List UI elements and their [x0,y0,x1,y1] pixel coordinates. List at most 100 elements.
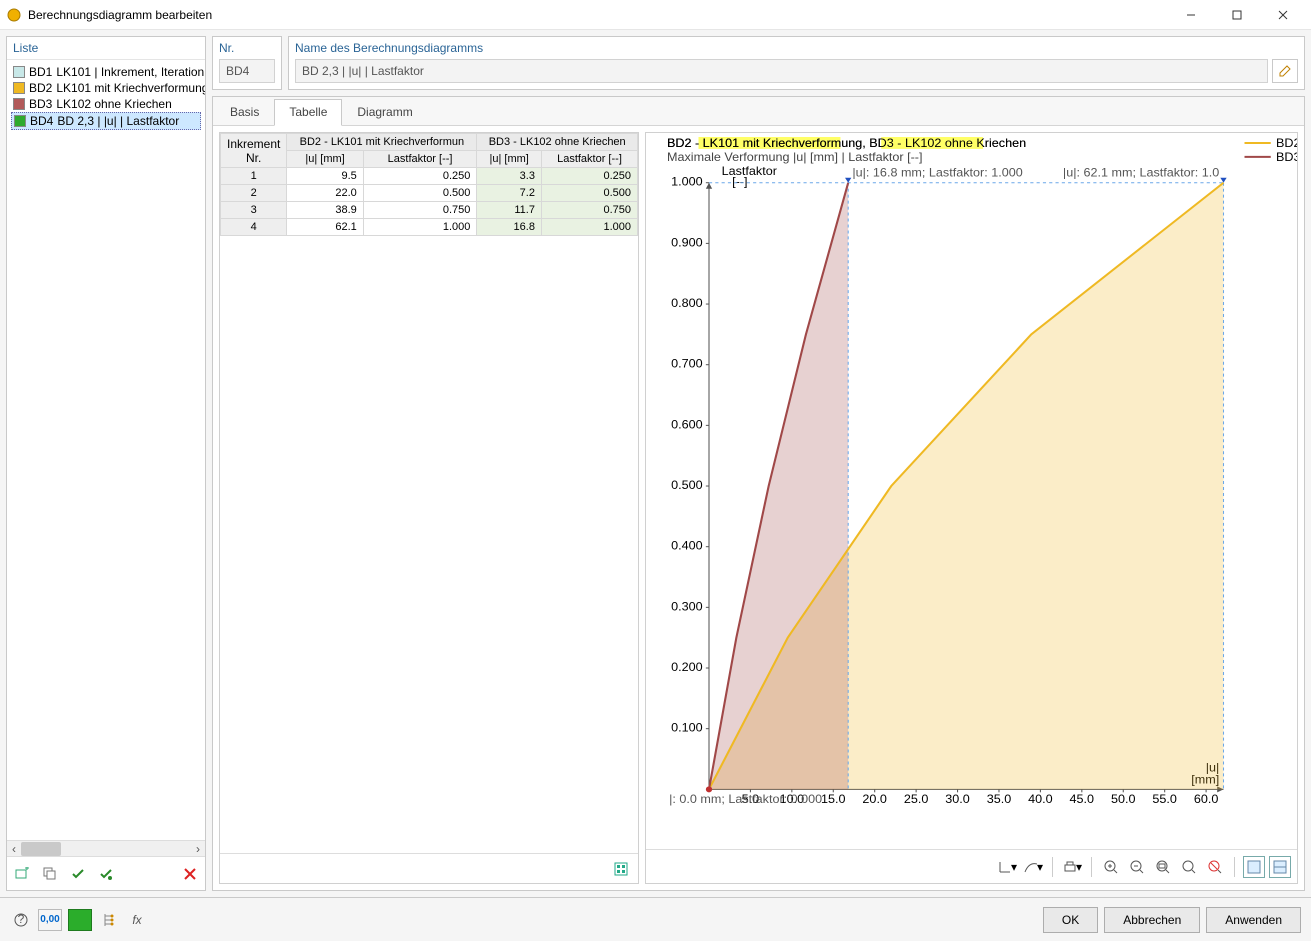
svg-text:50.0: 50.0 [1111,793,1136,807]
chart[interactable]: BD2 - ​BD2 - LK101 mit Kriechverformung,… [646,133,1297,849]
svg-text:40.0: 40.0 [1028,793,1053,807]
axes-button[interactable]: ▾ [996,856,1018,878]
export-table-button[interactable] [610,858,632,880]
name-label: Name des Berechnungsdiagramms [295,41,1298,55]
list-panel: Liste BD1 LK101 | Inkrement, Iteration |… [6,36,206,891]
ok-button[interactable]: OK [1043,907,1098,933]
nr-label: Nr. [219,41,275,55]
th-group-bd2: BD2 - LK101 mit Kriechverformun [287,134,477,151]
svg-text:25.0: 25.0 [904,793,929,807]
status-badge-green[interactable] [68,909,92,931]
nr-field[interactable]: BD4 [219,59,275,83]
zoom-in-button[interactable] [1100,856,1122,878]
list-item-id: BD2 [29,81,52,95]
svg-text:|: 0.0 mm; Lastfaktor: 0.000: |: 0.0 mm; Lastfaktor: 0.000 [669,793,822,807]
chart-toolbar: ▾ ▾ ▾ [646,849,1297,883]
list-item-id: BD4 [30,114,53,128]
th-bd2-lf: Lastfaktor [--] [363,151,477,168]
cancel-button[interactable]: Abbrechen [1104,907,1200,933]
close-button[interactable] [1261,1,1305,29]
svg-text:Maximale Verformung |u| [mm] |: Maximale Verformung |u| [mm] | Lastfakto… [667,150,922,164]
table-row[interactable]: 338.90.75011.70.750 [221,202,638,219]
list-item-id: BD1 [29,65,52,79]
th-bd3-lf: Lastfaktor [--] [541,151,637,168]
list-item-bd2[interactable]: BD2 LK101 mit Kriechverformung [11,80,201,96]
scroll-left-icon[interactable]: ‹ [7,841,21,857]
svg-text:?: ? [18,912,25,926]
tree-button[interactable] [98,909,120,931]
zoom-window-button[interactable] [1152,856,1174,878]
th-group-bd3: BD3 - LK102 ohne Kriechen [477,134,638,151]
maximize-button[interactable] [1215,1,1259,29]
svg-text:|u|: 62.1 mm; Lastfaktor: 1.0: |u|: 62.1 mm; Lastfaktor: 1.0 [1063,166,1220,180]
svg-text:0.100: 0.100 [671,721,703,735]
svg-text:Lastfaktor: Lastfaktor [722,164,777,178]
window-title: Berechnungsdiagramm bearbeiten [28,8,1169,22]
delete-item-button[interactable] [179,863,201,885]
scroll-thumb[interactable] [21,842,61,856]
svg-text:30.0: 30.0 [945,793,970,807]
tabs: Basis Tabelle Diagramm [213,97,1304,126]
name-field[interactable]: BD 2,3 | |u| | Lastfaktor [295,59,1268,83]
svg-text:BD3: BD3 [1276,150,1297,164]
table-row[interactable]: 19.50.2503.30.250 [221,168,638,185]
zoom-out-button[interactable] [1126,856,1148,878]
svg-text:0.600: 0.600 [671,418,703,432]
th-bd2-u: |u| [mm] [287,151,363,168]
svg-text:20.0: 20.0 [862,793,887,807]
curve-button[interactable]: ▾ [1022,856,1044,878]
th-bd3-u: |u| [mm] [477,151,542,168]
new-item-button[interactable] [11,863,33,885]
tab-diagramm[interactable]: Diagramm [342,99,427,125]
table-row[interactable]: 462.11.00016.81.000 [221,219,638,236]
svg-text:0.900: 0.900 [671,236,703,250]
hscrollbar[interactable]: ‹ › [7,840,205,856]
svg-text:BD2 - LK101 mit Kriechverformu: BD2 - LK101 mit Kriechverformung, BD3 - … [667,136,1026,150]
view-mode-1-button[interactable] [1243,856,1265,878]
copy-item-button[interactable] [39,863,61,885]
svg-text:45.0: 45.0 [1070,793,1095,807]
list-item-label: LK101 | Inkrement, Iteration | [56,65,205,79]
list-item-bd4[interactable]: BD4 BD 2,3 | |u| | Lastfaktor [11,112,201,130]
svg-text:0.700: 0.700 [671,357,703,371]
help-button[interactable]: ? [10,909,32,931]
color-swatch [13,66,25,78]
apply-button[interactable]: Anwenden [1206,907,1301,933]
name-box: Name des Berechnungsdiagramms BD 2,3 | |… [288,36,1305,90]
edit-name-button[interactable] [1272,59,1298,83]
svg-text:0.400: 0.400 [671,539,703,553]
chart-pane: BD2 - ​BD2 - LK101 mit Kriechverformung,… [645,132,1298,884]
list-item-label: BD 2,3 | |u| | Lastfaktor [57,114,179,128]
check-button-2[interactable] [95,863,117,885]
view-mode-2-button[interactable] [1269,856,1291,878]
app-icon [6,7,22,23]
print-button[interactable]: ▾ [1061,856,1083,878]
list-item-id: BD3 [29,97,52,111]
list-item-bd3[interactable]: BD3 LK102 ohne Kriechen [11,96,201,112]
nr-box: Nr. BD4 [212,36,282,90]
units-badge[interactable]: 0,00 [38,909,62,931]
minimize-button[interactable] [1169,1,1213,29]
tab-basis[interactable]: Basis [215,99,274,125]
color-swatch [14,115,26,127]
list-toolbar [7,856,205,890]
svg-text:55.0: 55.0 [1152,793,1177,807]
list-header: Liste [7,37,205,60]
svg-text:0.500: 0.500 [671,478,703,492]
svg-text:60.0: 60.0 [1194,793,1219,807]
scroll-right-icon[interactable]: › [191,841,205,857]
function-button[interactable]: fx [126,909,148,931]
table-row[interactable]: 222.00.5007.20.500 [221,185,638,202]
svg-text:0.300: 0.300 [671,600,703,614]
tab-tabelle[interactable]: Tabelle [274,99,342,126]
zoom-reset-button[interactable] [1204,856,1226,878]
svg-text:1.000: 1.000 [671,175,703,189]
check-button-1[interactable] [67,863,89,885]
list-item-bd1[interactable]: BD1 LK101 | Inkrement, Iteration | [11,64,201,80]
zoom-fit-button[interactable] [1178,856,1200,878]
svg-text:0.800: 0.800 [671,296,703,310]
data-table[interactable]: InkrementNr. BD2 - LK101 mit Kriechverfo… [220,133,638,236]
list-item-label: LK102 ohne Kriechen [56,97,171,111]
svg-text:[--]: [--] [732,175,747,189]
svg-text:0.200: 0.200 [671,660,703,674]
